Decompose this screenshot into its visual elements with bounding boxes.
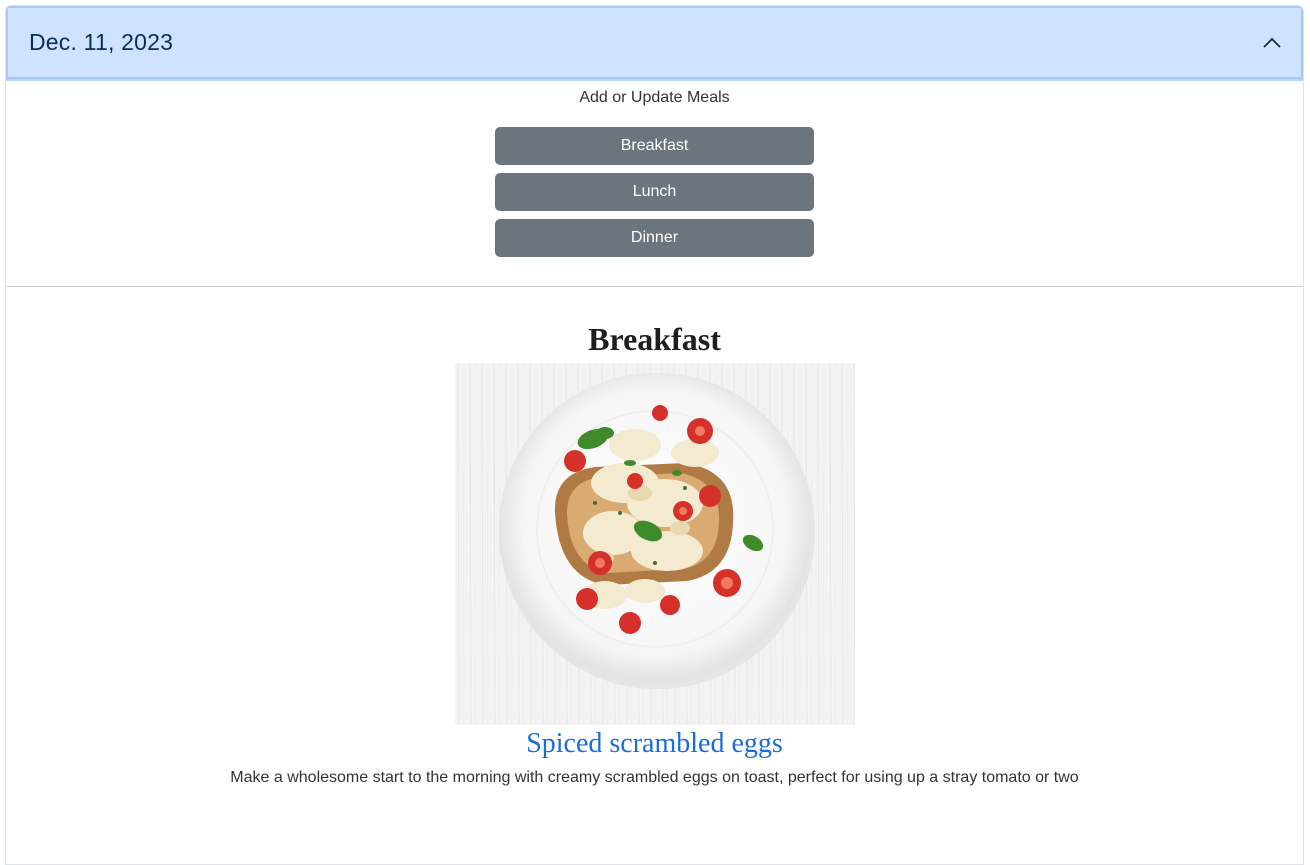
update-meals-section: Add or Update Meals Breakfast Lunch Dinn… (6, 81, 1303, 287)
breakfast-button[interactable]: Breakfast (495, 127, 814, 165)
recipe-title-link[interactable]: Spiced scrambled eggs (526, 727, 783, 761)
dinner-button[interactable]: Dinner (495, 219, 814, 257)
recipe-description: Make a wholesome start to the morning wi… (230, 769, 1079, 786)
accordion-body: Add or Update Meals Breakfast Lunch Dinn… (6, 81, 1303, 787)
lunch-button[interactable]: Lunch (495, 173, 814, 211)
date-title: Dec. 11, 2023 (29, 29, 174, 55)
meal-heading: Breakfast (588, 321, 721, 357)
recipe-image[interactable] (454, 363, 855, 725)
meal-section: Breakfast Spiced scrambled eggs Make a w… (6, 287, 1303, 787)
chevron-up-icon[interactable] (1263, 34, 1281, 52)
meal-day-accordion: Dec. 11, 2023 Add or Update Meals Breakf… (5, 5, 1304, 865)
update-meals-label: Add or Update Meals (579, 89, 730, 106)
accordion-header[interactable]: Dec. 11, 2023 (6, 6, 1303, 81)
